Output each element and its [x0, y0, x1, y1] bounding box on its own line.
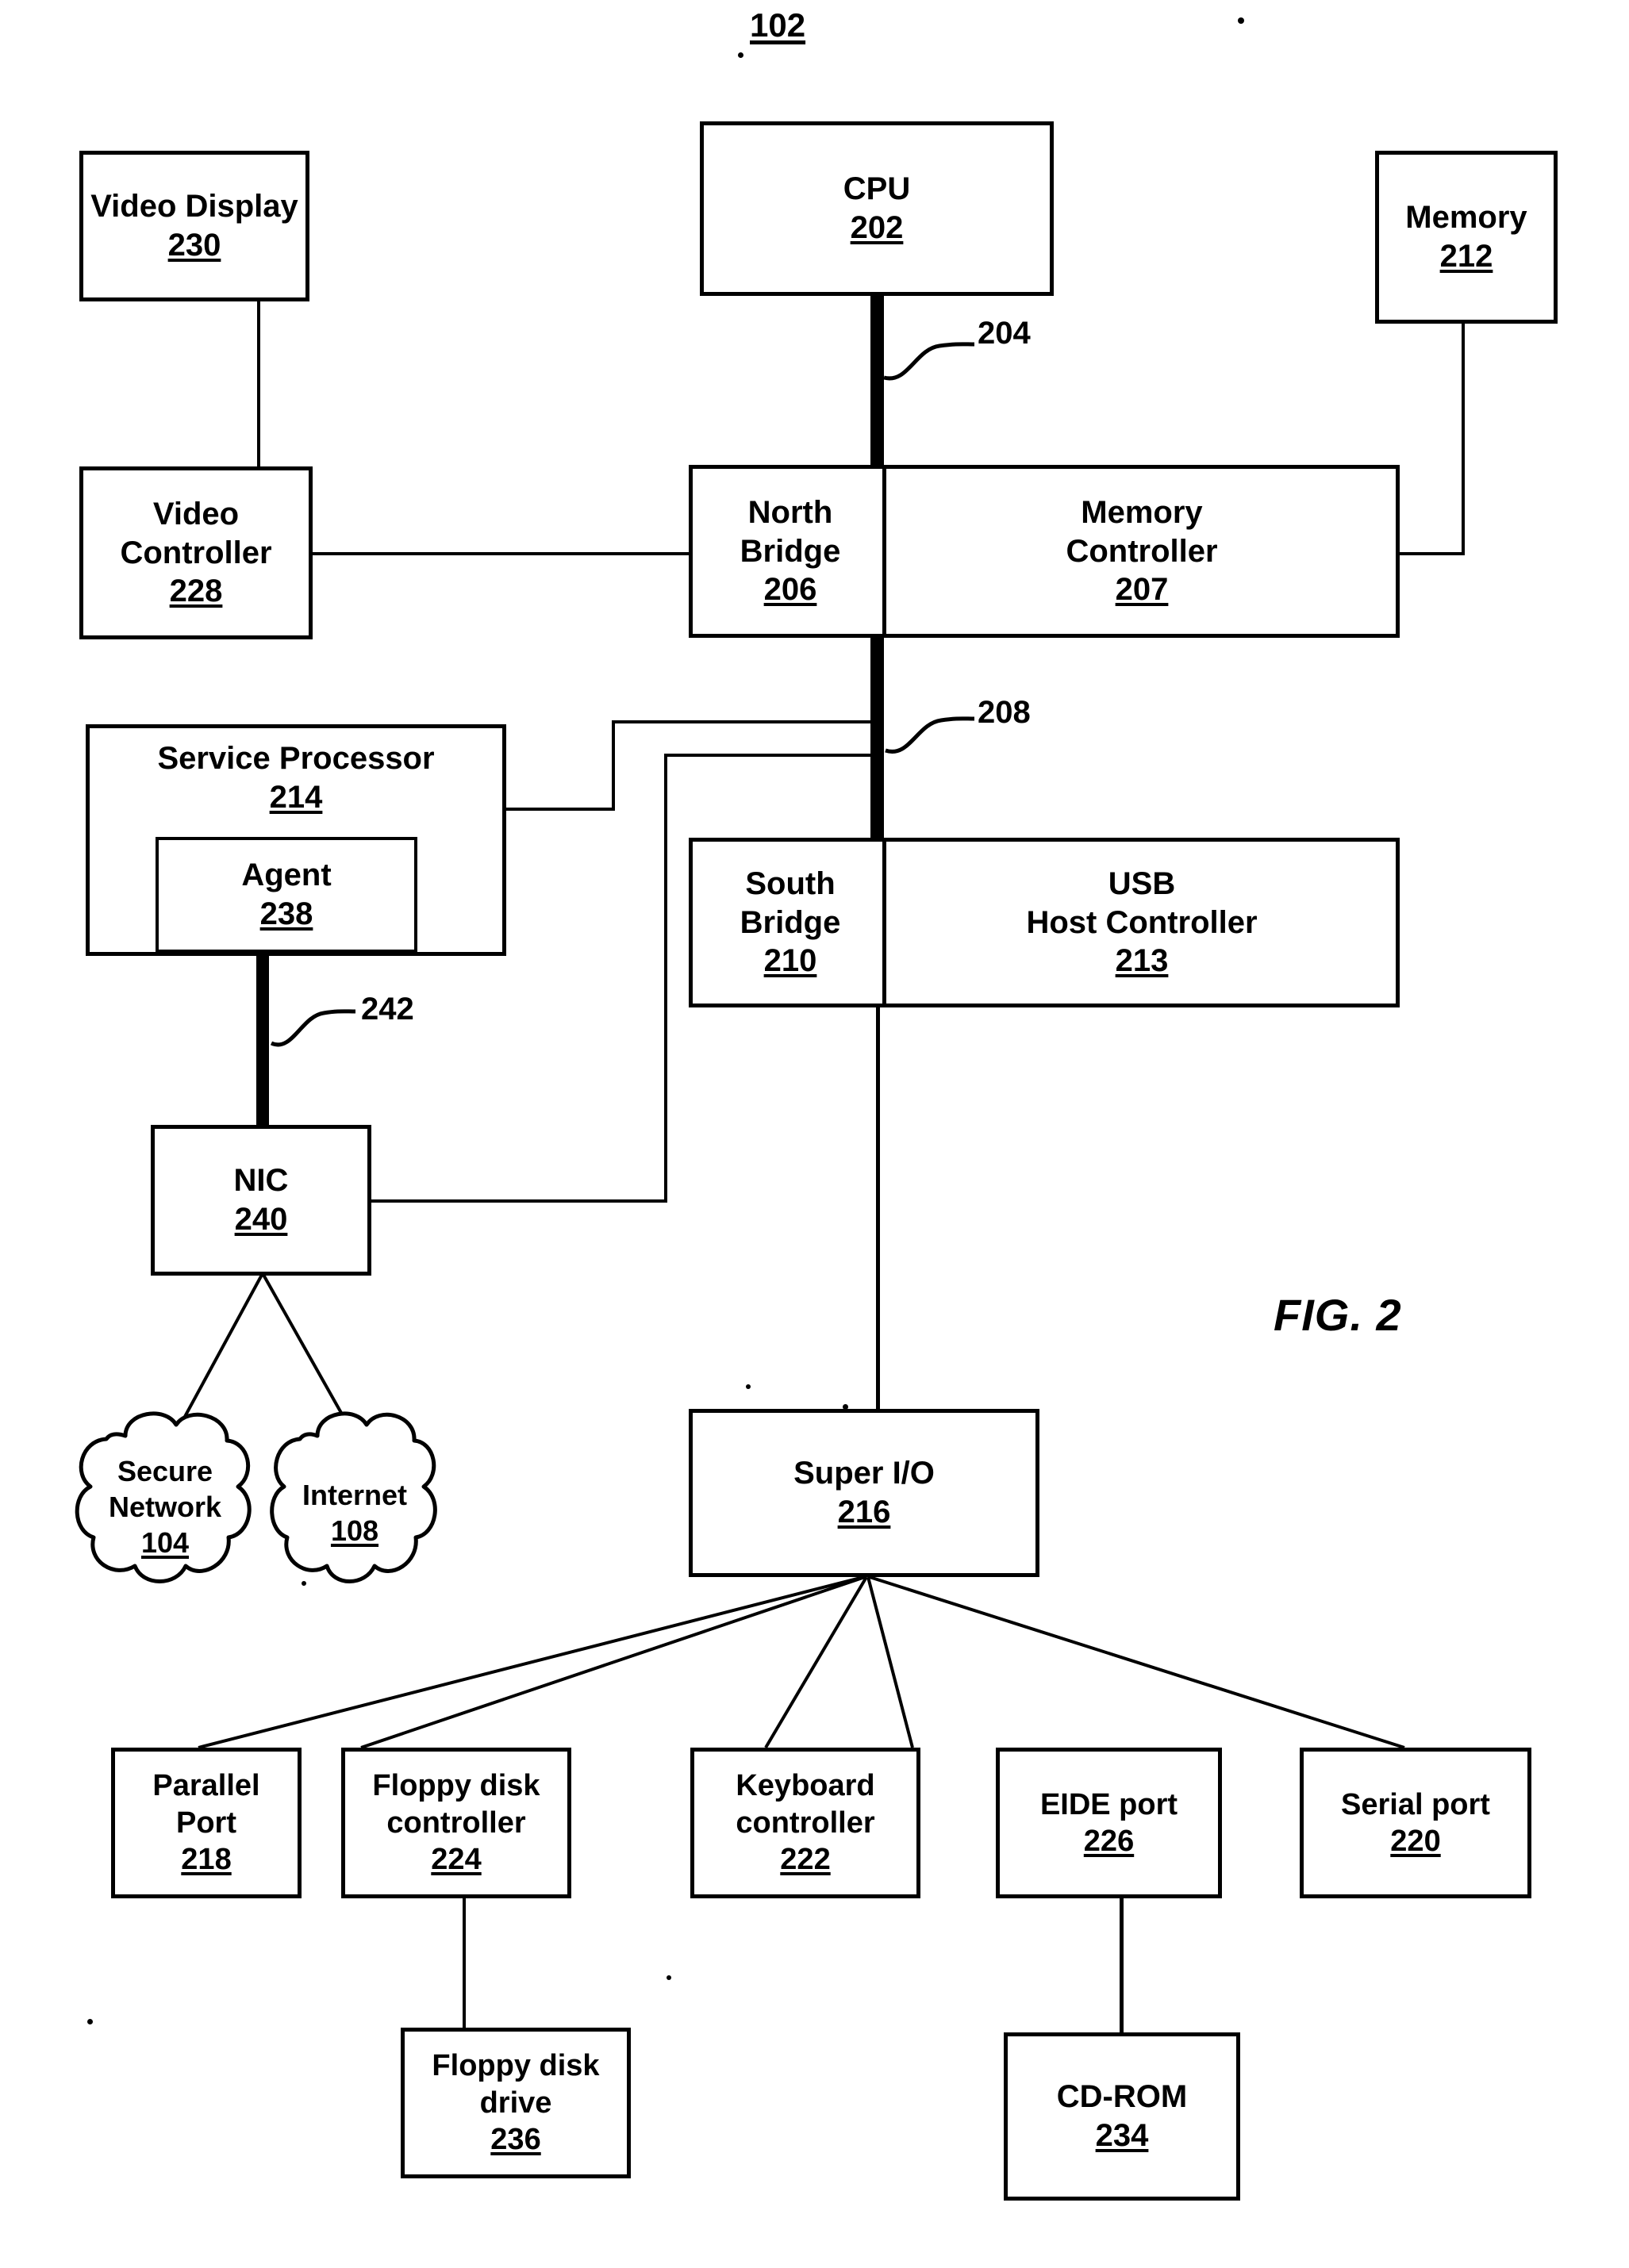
usb-host-controller-line1: USB	[1108, 865, 1176, 901]
secure-network-label: Secure Network 104	[70, 1453, 260, 1560]
block-north-bridge[interactable]: North Bridge 206	[693, 469, 888, 634]
floppy-disk-controller-line1: Floppy disk	[372, 1769, 540, 1803]
bus-204-label: 204	[978, 316, 1031, 351]
bus-208-label: 208	[978, 695, 1031, 730]
usb-host-controller-line2: Host Controller	[1026, 904, 1258, 940]
figure-caption: FIG. 2	[1274, 1290, 1402, 1340]
internet-line1: Internet	[302, 1479, 407, 1511]
block-floppy-disk-controller[interactable]: Floppy disk controller 224	[341, 1748, 571, 1898]
north-bridge-ref: 206	[763, 572, 817, 608]
block-video-display[interactable]: Video Display 230	[79, 151, 309, 301]
block-parallel-port[interactable]: Parallel Port 218	[111, 1748, 302, 1898]
cpu-title: CPU	[843, 171, 911, 207]
internet-label: Internet 108	[265, 1477, 444, 1548]
block-super-io[interactable]: Super I/O 216	[689, 1409, 1039, 1577]
memory-title: Memory	[1405, 200, 1527, 236]
super-io-title: Super I/O	[793, 1456, 935, 1491]
block-cdrom[interactable]: CD-ROM 234	[1004, 2032, 1240, 2201]
agent-title: Agent	[241, 858, 332, 893]
block-floppy-disk-drive[interactable]: Floppy disk drive 236	[401, 2028, 631, 2178]
cpu-ref: 202	[850, 210, 904, 245]
secure-network-line2: Network	[108, 1491, 222, 1523]
floppy-disk-drive-line1: Floppy disk	[432, 2049, 600, 2083]
memory-ref: 212	[1439, 239, 1493, 274]
block-north-bridge-row: North Bridge 206 Memory Controller 207	[689, 465, 1400, 638]
parallel-port-ref: 218	[181, 1843, 232, 1877]
nic-ref: 240	[234, 1202, 288, 1237]
bus-208-north-to-south-bridge	[870, 631, 884, 846]
serial-port-ref: 220	[1390, 1825, 1441, 1858]
keyboard-controller-line2: controller	[736, 1806, 875, 1840]
eide-port-ref: 226	[1083, 1825, 1135, 1858]
video-controller-ref: 228	[169, 574, 223, 609]
block-usb-host-controller[interactable]: USB Host Controller 213	[888, 842, 1396, 1004]
memory-controller-line2: Controller	[1066, 533, 1218, 569]
video-controller-title: Video Controller	[120, 496, 272, 570]
service-processor-ref: 214	[269, 779, 323, 815]
internet-ref: 108	[330, 1514, 379, 1547]
block-south-bridge-row: South Bridge 210 USB Host Controller 213	[689, 838, 1400, 1007]
bus-242-label: 242	[361, 992, 414, 1027]
south-bridge-title: South Bridge	[740, 865, 841, 940]
block-cpu[interactable]: CPU 202	[700, 121, 1054, 296]
floppy-disk-drive-ref: 236	[490, 2123, 541, 2157]
keyboard-controller-line1: Keyboard	[736, 1769, 875, 1803]
usb-host-controller-ref: 213	[1115, 943, 1169, 979]
super-io-ref: 216	[837, 1495, 891, 1529]
floppy-disk-controller-line2: controller	[386, 1806, 526, 1840]
video-display-title: Video Display	[90, 189, 298, 224]
block-memory[interactable]: Memory 212	[1375, 151, 1558, 324]
block-video-controller[interactable]: Video Controller 228	[79, 466, 313, 639]
parallel-port-line2: Port	[176, 1806, 236, 1840]
service-processor-title: Service Processor	[157, 741, 435, 776]
eide-port-title: EIDE port	[1039, 1787, 1178, 1821]
north-bridge-row-divider	[882, 465, 886, 638]
parallel-port-line1: Parallel	[152, 1769, 260, 1803]
patent-figure-2: 102 FIG. 2 Secure Network 104 Internet 1…	[0, 0, 1629, 2268]
video-display-ref: 230	[167, 228, 221, 263]
keyboard-controller-ref: 222	[780, 1843, 831, 1877]
secure-network-ref: 104	[140, 1526, 190, 1559]
memory-controller-ref: 207	[1115, 572, 1169, 608]
system-reference-label: 102	[750, 6, 806, 44]
south-bridge-row-divider	[882, 838, 886, 1007]
nic-title: NIC	[233, 1163, 289, 1199]
bus-242-service-processor-to-nic	[256, 954, 269, 1130]
floppy-disk-controller-ref: 224	[431, 1843, 482, 1877]
cdrom-title: CD-ROM	[1056, 2079, 1188, 2115]
floppy-disk-drive-line2: drive	[479, 2086, 552, 2120]
secure-network-line1: Secure	[117, 1455, 213, 1487]
cdrom-ref: 234	[1095, 2118, 1149, 2153]
block-south-bridge[interactable]: South Bridge 210	[693, 842, 888, 1004]
block-agent[interactable]: Agent 238	[156, 837, 417, 953]
north-bridge-title: North Bridge	[740, 494, 841, 569]
bus-204-cpu-to-north-bridge	[870, 294, 884, 470]
south-bridge-ref: 210	[763, 943, 817, 979]
agent-ref: 238	[259, 896, 313, 931]
memory-controller-line1: Memory	[1081, 494, 1203, 530]
block-eide-port[interactable]: EIDE port 226	[996, 1748, 1222, 1898]
block-nic[interactable]: NIC 240	[151, 1125, 371, 1276]
block-memory-controller[interactable]: Memory Controller 207	[888, 469, 1396, 634]
block-serial-port[interactable]: Serial port 220	[1300, 1748, 1531, 1898]
serial-port-title: Serial port	[1341, 1787, 1490, 1821]
block-keyboard-controller[interactable]: Keyboard controller 222	[690, 1748, 920, 1898]
